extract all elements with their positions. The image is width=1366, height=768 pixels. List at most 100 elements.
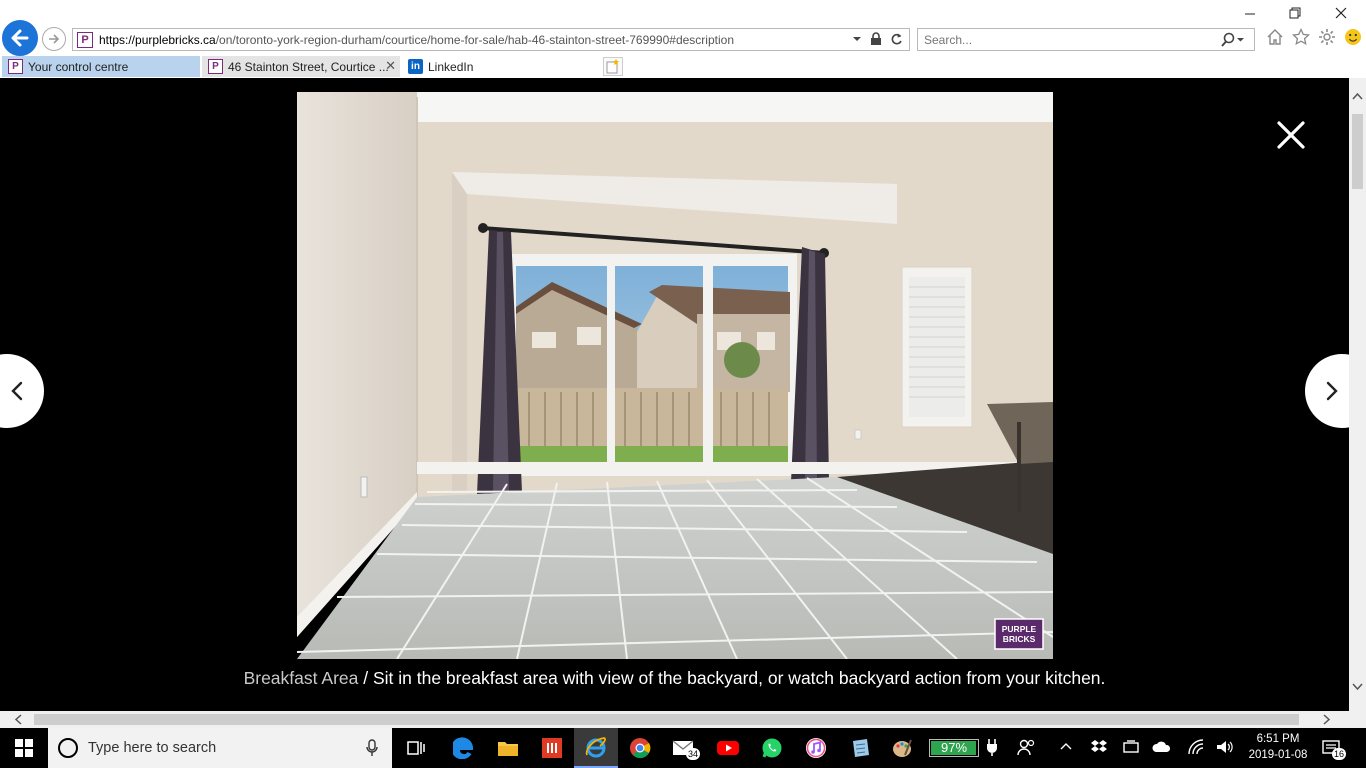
chevron-left-icon	[11, 381, 23, 401]
youtube-icon	[717, 741, 739, 755]
taskbar-whatsapp[interactable]	[750, 728, 794, 768]
clock-time: 6:51 PM	[1256, 733, 1300, 745]
taskbar-chrome[interactable]	[618, 728, 662, 768]
close-tab-icon[interactable]: ✕	[385, 58, 396, 74]
horizontal-scroll-thumb[interactable]	[34, 714, 1299, 725]
taskbar-search-placeholder: Type here to search	[88, 740, 217, 756]
battery-percent: 97%	[940, 740, 968, 755]
favorites-star-icon[interactable]	[1292, 28, 1310, 46]
tab-label: Your control centre	[28, 59, 129, 74]
smiley-feedback-icon[interactable]	[1344, 28, 1362, 46]
chevron-right-icon	[1326, 381, 1338, 401]
breakfast-area-photo: PURPLE BRICKS	[297, 92, 1053, 659]
microphone-icon[interactable]	[366, 739, 378, 757]
site-favicon-icon: P	[77, 31, 93, 48]
minimize-button[interactable]	[1240, 6, 1260, 22]
tab-label: LinkedIn	[428, 59, 474, 74]
system-clock[interactable]: 6:51 PM 2019-01-08	[1242, 731, 1314, 763]
back-arrow-icon	[11, 29, 29, 47]
tab-label: 46 Stainton Street, Courtice ...	[228, 59, 389, 74]
action-center-button[interactable]: 16	[1320, 736, 1348, 760]
taskbar-file-explorer[interactable]	[486, 728, 530, 768]
back-button[interactable]	[2, 20, 38, 56]
new-tab-icon	[606, 59, 619, 74]
scroll-down-arrow-icon[interactable]	[1352, 683, 1363, 691]
vertical-scroll-thumb[interactable]	[1352, 114, 1363, 189]
forward-arrow-icon	[49, 34, 60, 44]
forward-button[interactable]	[42, 27, 66, 51]
watermark-line2: BRICKS	[1003, 634, 1036, 644]
tab-linkedin[interactable]: in LinkedIn	[402, 56, 598, 77]
windows-taskbar: Type here to search 34 97% 6:51 PM 2019-…	[0, 728, 1366, 768]
close-window-button[interactable]	[1331, 6, 1351, 22]
clock-date: 2019-01-08	[1248, 749, 1308, 761]
taskbar-itunes[interactable]	[794, 728, 838, 768]
minimize-icon	[1245, 13, 1255, 15]
mail-unread-badge: 34	[686, 748, 701, 760]
tab-your-control-centre[interactable]: P Your control centre	[2, 56, 200, 77]
address-bar-icons	[852, 32, 903, 46]
listing-photo[interactable]: PURPLE BRICKS	[297, 92, 1053, 659]
restore-button[interactable]	[1285, 6, 1305, 22]
task-view-icon	[407, 741, 425, 755]
taskbar-notes-app[interactable]	[838, 728, 882, 768]
folder-icon	[498, 742, 518, 756]
onedrive-cloud-icon[interactable]	[1152, 738, 1172, 759]
itunes-icon	[806, 738, 826, 758]
wifi-icon[interactable]	[1187, 738, 1205, 759]
tab-bar: P Your control centre P 46 Stainton Stre…	[0, 56, 1366, 77]
caption-title: Breakfast Area	[243, 668, 359, 688]
dropbox-icon[interactable]	[1090, 738, 1108, 759]
taskbar-mail[interactable]: 34	[662, 728, 706, 768]
browser-search-input[interactable]	[924, 29, 1214, 50]
browser-toolbar: P https://purplebricks.ca/on/toronto-yor…	[0, 0, 1366, 56]
taskbar-youtube[interactable]	[706, 728, 750, 768]
refresh-icon[interactable]	[890, 32, 903, 46]
scroll-up-arrow-icon[interactable]	[1352, 92, 1363, 100]
red-app-icon	[542, 738, 562, 758]
browser-tool-icons	[1266, 28, 1362, 46]
taskbar-app-red[interactable]	[530, 728, 574, 768]
lock-icon[interactable]	[870, 32, 882, 46]
dropdown-arrow-icon[interactable]	[852, 32, 862, 46]
volume-icon[interactable]	[1216, 738, 1234, 759]
taskbar-paint[interactable]	[880, 728, 924, 768]
taskbar-search-box[interactable]: Type here to search	[48, 728, 392, 768]
purplebricks-favicon-icon: P	[8, 59, 23, 74]
vertical-scrollbar[interactable]	[1349, 78, 1366, 711]
scroll-left-arrow-icon[interactable]	[14, 714, 22, 725]
browser-search-box[interactable]	[917, 28, 1255, 51]
next-photo-button[interactable]	[1305, 354, 1349, 428]
new-tab-button[interactable]	[603, 57, 623, 76]
chevron-up-icon[interactable]	[1059, 738, 1073, 759]
plug-icon[interactable]	[986, 738, 998, 759]
watermark-line1: PURPLE	[1002, 624, 1037, 634]
restore-icon	[1289, 7, 1301, 19]
taskbar-internet-explorer[interactable]	[574, 728, 618, 768]
taskbar-edge[interactable]	[442, 728, 486, 768]
horizontal-scrollbar[interactable]	[0, 711, 1349, 728]
close-lightbox-button[interactable]	[1272, 116, 1310, 154]
chrome-icon	[630, 738, 651, 759]
scroll-right-arrow-icon[interactable]	[1323, 714, 1331, 725]
search-icon[interactable]	[1220, 32, 1244, 51]
whatsapp-icon	[762, 738, 782, 758]
home-icon[interactable]	[1266, 28, 1284, 46]
scrollbar-corner	[1349, 711, 1366, 728]
battery-indicator[interactable]: 97%	[929, 739, 979, 757]
previous-photo-button[interactable]	[0, 354, 44, 428]
people-icon[interactable]	[1017, 738, 1037, 759]
settings-gear-icon[interactable]	[1318, 28, 1336, 46]
cortana-icon	[58, 738, 78, 758]
tab-46-stainton-street[interactable]: P 46 Stainton Street, Courtice ... ✕	[202, 56, 400, 77]
notification-count-badge: 16	[1332, 748, 1347, 760]
address-bar[interactable]: P https://purplebricks.ca/on/toronto-yor…	[72, 28, 910, 51]
device-icon[interactable]	[1122, 738, 1140, 759]
task-view-button[interactable]	[394, 728, 438, 768]
url-text[interactable]: https://purplebricks.ca/on/toronto-york-…	[99, 33, 734, 47]
windows-logo-icon	[15, 739, 33, 757]
caption-separator: /	[358, 668, 373, 688]
caption-text: Sit in the breakfast area with view of t…	[372, 668, 1106, 688]
start-button[interactable]	[0, 728, 48, 768]
notes-app-icon	[853, 739, 869, 757]
